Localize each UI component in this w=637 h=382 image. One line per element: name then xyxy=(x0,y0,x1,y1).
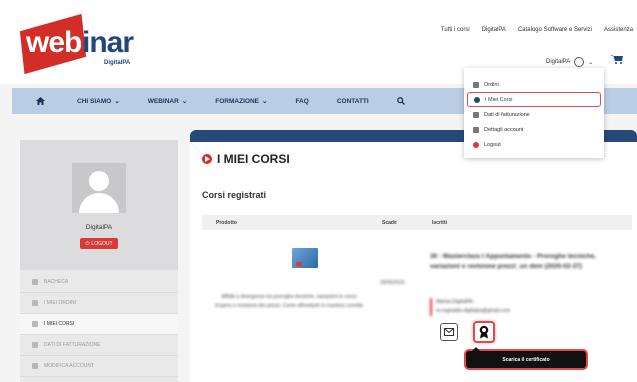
menu-item-label: Logout xyxy=(484,141,501,148)
sidebar-item-bacheca[interactable]: BACHECA xyxy=(20,272,178,293)
user-icon xyxy=(32,363,38,369)
certificate-tooltip: Scarica il certificato xyxy=(466,347,586,368)
menu-item-miei-corsi[interactable]: I Miei Corsi xyxy=(467,92,601,107)
nav-chi-siamo[interactable]: CHI SIAMO ⌄ xyxy=(77,97,120,106)
sidebar-item-account[interactable]: MODIFICA ACCOUNT xyxy=(20,356,178,377)
account-name: DigitalPA xyxy=(546,59,571,65)
chevron-down-icon: ⌄ xyxy=(261,98,268,105)
enrolled-course-title: 30 - Masterclass I Appuntamento - Prorog… xyxy=(430,253,596,270)
chevron-down-icon: ⌄ xyxy=(181,98,188,105)
menu-item-label: Dettagli account xyxy=(484,126,524,133)
account-dropdown: Ordini I Miei Corsi Dati di fatturazione… xyxy=(464,68,604,158)
cart-icon[interactable] xyxy=(610,54,624,64)
table-header: Prodotto Scade Iscritti xyxy=(202,215,632,230)
logout-button[interactable]: ⏻ LOGOUT xyxy=(80,238,118,249)
courses-panel: I MIEI CORSI Corsi registrati Prodotto S… xyxy=(190,130,637,382)
nav-faq[interactable]: FAQ xyxy=(295,98,308,105)
logo-subtext: DigitalPA xyxy=(104,60,131,66)
sidebar-item-corsi[interactable]: I MIEI CORSI xyxy=(20,314,178,335)
nav-webinar[interactable]: WEBINAR ⌄ xyxy=(147,97,188,106)
chevron-down-icon: ⌄ xyxy=(588,59,594,66)
logo-text-inar: inar xyxy=(82,26,134,59)
billing-icon xyxy=(32,342,38,348)
power-icon xyxy=(473,141,479,148)
top-link-digitalpa[interactable]: DigitalPA xyxy=(482,27,506,33)
sidebar-item-label: BACHECA xyxy=(44,279,69,285)
course-description[interactable]: Affidiè a divergenze tra proroghe tecnic… xyxy=(214,293,364,311)
section-title: Corsi registrati xyxy=(202,190,267,200)
courses-icon xyxy=(32,321,38,327)
billing-icon xyxy=(473,111,479,118)
sidebar-item-label: I MIEI ORDINI xyxy=(44,300,76,306)
chevron-down-icon: ⌄ xyxy=(114,98,120,105)
column-expiry: Scade xyxy=(382,220,397,226)
orders-icon xyxy=(32,300,38,306)
logout-label: LOGOUT xyxy=(91,240,113,247)
power-icon: ⏻ xyxy=(85,240,90,247)
mail-icon xyxy=(444,328,454,336)
top-link-support[interactable]: Assistenza xyxy=(604,27,633,33)
award-icon xyxy=(479,325,489,339)
course-expiry-date: 28/05/2025 xyxy=(380,280,406,286)
top-links: Tutti i corsi DigitalPA Catalogo Softwar… xyxy=(441,27,633,33)
menu-item-dettagli-account[interactable]: Dettagli account xyxy=(464,122,604,137)
dashboard-icon xyxy=(32,279,38,285)
courses-icon xyxy=(474,96,480,103)
sidebar-item-label: MODIFICA ACCOUNT xyxy=(44,363,95,369)
nav-label: CHI SIAMO xyxy=(77,97,112,105)
column-product: Prodotto xyxy=(216,220,237,226)
sidebar-menu: BACHECA I MIEI ORDINI I MIEI CORSI DATI … xyxy=(20,272,178,377)
profile-card: DigitalPA ⏻ LOGOUT xyxy=(20,140,178,270)
course-thumbnail[interactable] xyxy=(292,248,318,268)
enrolled-user-name: Marisa DigitalPA - xyxy=(436,299,476,305)
top-link-all-courses[interactable]: Tutti i corsi xyxy=(441,27,470,33)
search-icon[interactable] xyxy=(396,97,405,105)
column-enrolled: Iscritti xyxy=(432,220,448,226)
sidebar-item-fatturazione[interactable]: DATI DI FATTURAZIONE xyxy=(20,335,178,356)
menu-item-fatturazione[interactable]: Dati di fatturazione xyxy=(464,107,604,122)
account-toggle[interactable]: DigitalPA ⌄ xyxy=(546,57,593,67)
user-icon xyxy=(574,57,585,67)
logo-text-web: web xyxy=(26,26,82,59)
webinar-logo[interactable]: web inar DigitalPA xyxy=(19,13,142,75)
nav-label: FORMAZIONE xyxy=(215,97,259,105)
nav-label: WEBINAR xyxy=(147,97,179,105)
menu-item-ordini[interactable]: Ordini xyxy=(464,77,604,92)
profile-username: DigitalPA xyxy=(85,224,113,231)
sidebar-item-label: DATI DI FATTURAZIONE xyxy=(44,342,101,348)
enrolled-user: Marisa DigitalPA - m.reginaldo.digitalpa… xyxy=(430,298,630,316)
nav-formazione[interactable]: FORMAZIONE ⌄ xyxy=(215,97,268,106)
enrolled-user-email: m.reginaldo.digitalpa@gmail.com xyxy=(436,308,510,314)
page: web inar DigitalPA Tutti i corsi Digital… xyxy=(0,0,637,382)
page-title-text: I MIEI CORSI xyxy=(217,152,290,166)
avatar xyxy=(72,163,126,213)
home-icon[interactable] xyxy=(36,97,45,105)
nav-contatti[interactable]: CONTATTI xyxy=(337,98,369,105)
menu-item-label: Ordini xyxy=(484,81,499,88)
sidebar-item-ordini[interactable]: I MIEI ORDINI xyxy=(20,293,178,314)
top-link-catalog[interactable]: Catalogo Software e Servizi xyxy=(518,27,592,33)
user-icon xyxy=(473,126,479,133)
menu-item-label: I Miei Corsi xyxy=(485,96,513,103)
menu-item-logout[interactable]: Logout xyxy=(464,137,604,152)
account-sidebar: DigitalPA ⏻ LOGOUT BACHECA I MIEI ORDINI… xyxy=(20,140,178,382)
page-title: I MIEI CORSI xyxy=(202,152,290,166)
email-button[interactable] xyxy=(440,323,458,341)
download-certificate-button[interactable] xyxy=(473,321,495,343)
menu-item-label: Dati di fatturazione xyxy=(484,111,530,118)
orders-icon xyxy=(473,81,479,88)
play-icon xyxy=(202,154,212,164)
sidebar-item-label: I MIEI CORSI xyxy=(44,321,75,327)
